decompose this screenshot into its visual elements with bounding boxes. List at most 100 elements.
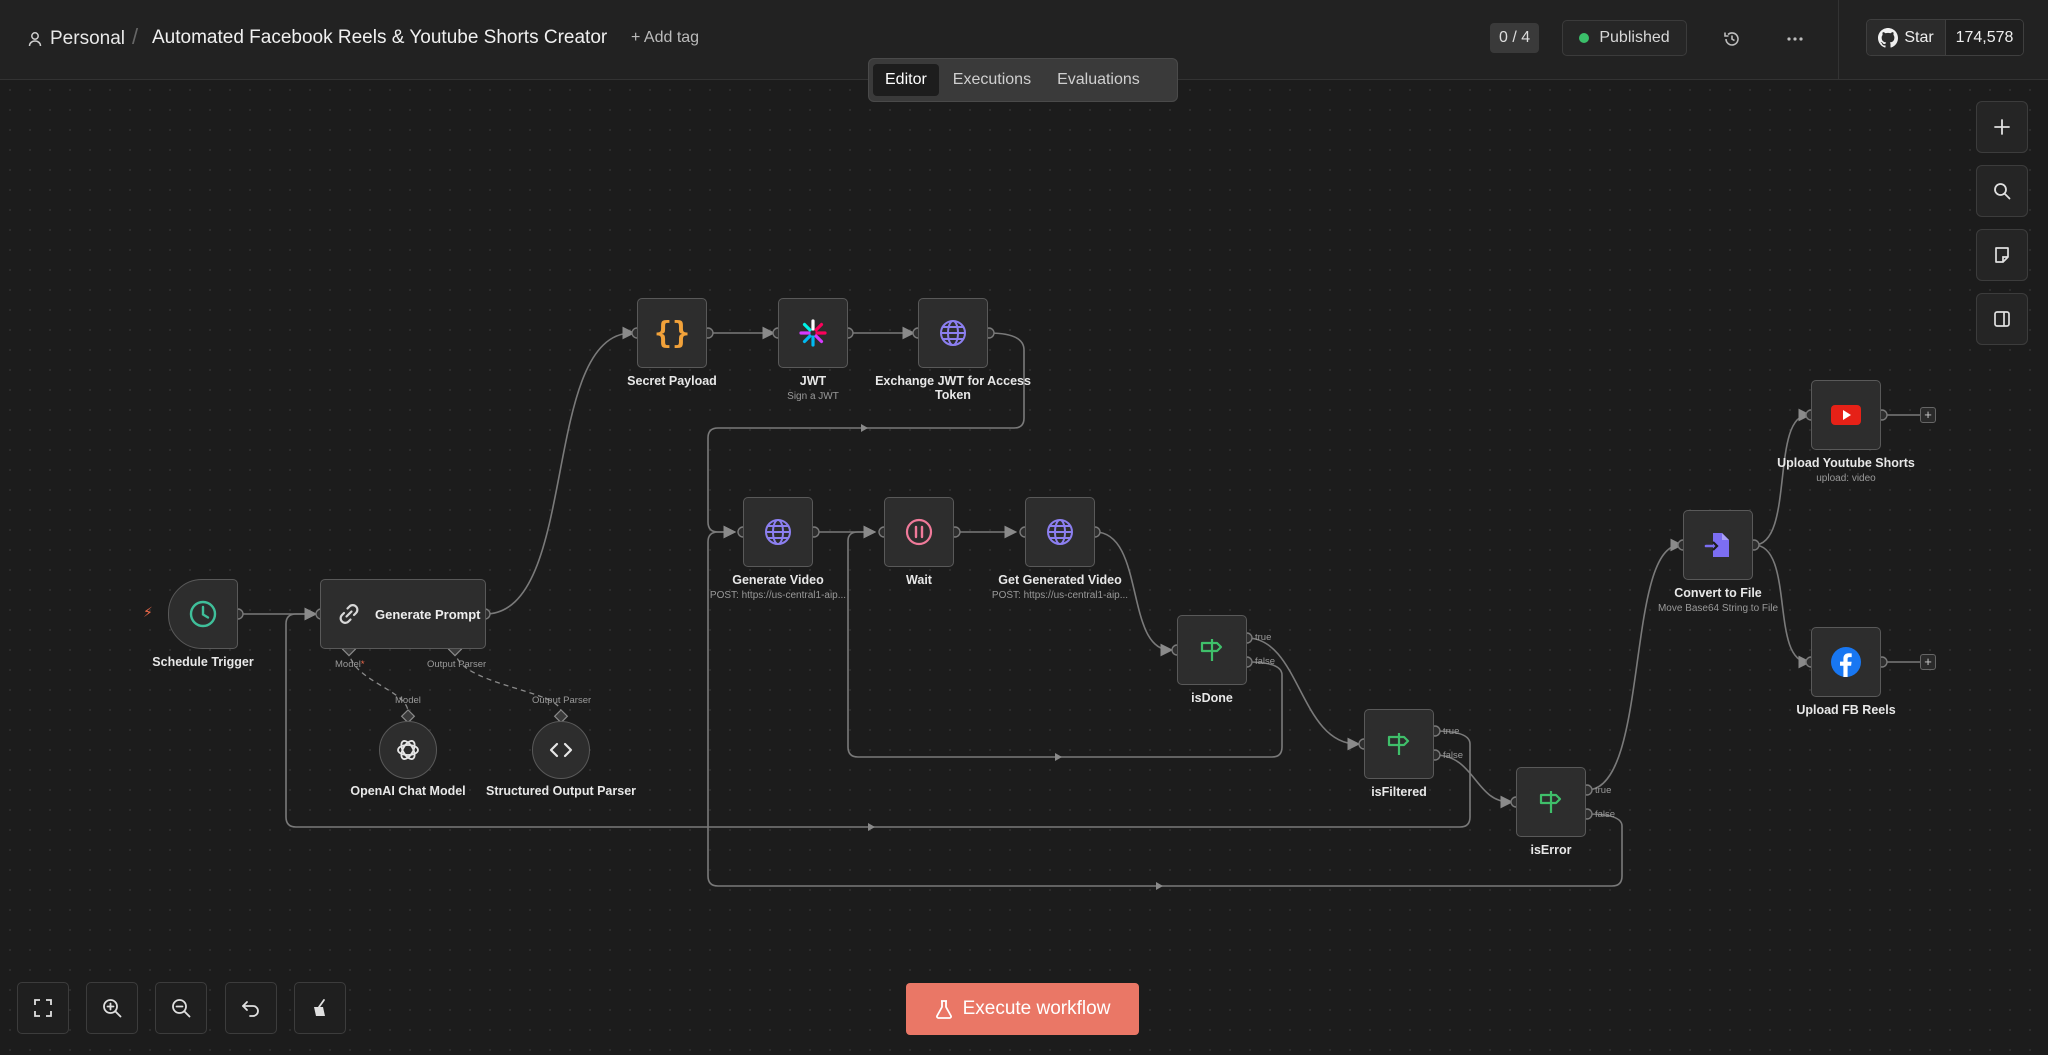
node-schedule-trigger[interactable]: [168, 579, 238, 649]
node-label: Schedule Trigger: [152, 655, 254, 669]
node-is-done[interactable]: [1177, 615, 1247, 685]
node-label: Get Generated Video: [998, 573, 1122, 587]
link-icon: [339, 604, 359, 624]
zoom-in-button[interactable]: [86, 982, 138, 1034]
node-label: Structured Output Parser: [485, 784, 637, 798]
github-star-count: 174,578: [1946, 20, 2023, 55]
node-secret-payload[interactable]: {}: [637, 298, 707, 368]
trigger-bolt-icon: ⚡: [143, 604, 153, 620]
header-divider: [1838, 0, 1839, 80]
toggle-panel-button[interactable]: [1976, 293, 2028, 345]
port-label: Model: [395, 695, 421, 706]
github-star-button[interactable]: Star: [1867, 20, 1946, 55]
curly-braces-icon: {}: [653, 315, 691, 351]
node-label: isFiltered: [1371, 785, 1427, 799]
project-breadcrumb[interactable]: Personal: [28, 26, 125, 52]
flask-icon: [935, 1000, 952, 1019]
node-generate-video[interactable]: [743, 497, 813, 567]
undo-button[interactable]: [225, 982, 277, 1034]
branch-label-true: true: [1255, 632, 1272, 643]
status-label: Published: [1599, 29, 1670, 46]
sticky-note-icon: [1995, 247, 2009, 263]
add-node-after-youtube-button[interactable]: +: [1920, 407, 1936, 423]
published-status-button[interactable]: Published: [1562, 20, 1687, 56]
user-icon: [28, 32, 42, 47]
node-wait[interactable]: [884, 497, 954, 567]
port-label-model: Model*: [335, 659, 365, 670]
node-generate-prompt[interactable]: Generate Prompt: [320, 579, 486, 649]
fit-view-button[interactable]: [17, 982, 69, 1034]
pause-icon: [905, 518, 933, 546]
branch-label-true: true: [1595, 785, 1612, 796]
node-upload-youtube-shorts[interactable]: [1811, 380, 1881, 450]
node-jwt[interactable]: [778, 298, 848, 368]
signpost-icon: [1539, 791, 1562, 813]
fit-view-icon: [34, 999, 52, 1017]
status-dot-icon: [1579, 33, 1590, 43]
branch-label-false: false: [1595, 809, 1616, 820]
github-icon: [1878, 27, 1899, 48]
node-structured-output-parser[interactable]: [532, 721, 590, 779]
add-node-button[interactable]: [1976, 101, 2028, 153]
tidy-up-button[interactable]: [294, 982, 346, 1034]
github-star-label: Star: [1904, 28, 1934, 46]
project-name: Personal: [50, 28, 125, 49]
node-label: Wait: [906, 573, 932, 587]
ellipsis-icon: [1787, 37, 1803, 41]
more-options-button[interactable]: [1778, 22, 1812, 56]
node-exchange-jwt[interactable]: [918, 298, 988, 368]
workflow-title[interactable]: Automated Facebook Reels & Youtube Short…: [152, 27, 607, 49]
branch-label-true: true: [1443, 726, 1460, 737]
node-label: JWT: [799, 374, 827, 388]
file-convert-icon: [1704, 533, 1729, 557]
node-label: Upload FB Reels: [1796, 703, 1896, 717]
github-star-widget[interactable]: Star 174,578: [1866, 19, 2024, 56]
add-tag-button[interactable]: + Add tag: [631, 29, 699, 47]
youtube-icon: [1831, 405, 1861, 425]
search-icon: [1994, 183, 2011, 200]
node-label: isDone: [1191, 691, 1233, 705]
zoom-out-icon: [172, 999, 191, 1018]
node-upload-fb-reels[interactable]: [1811, 627, 1881, 697]
execute-workflow-button[interactable]: Execute workflow: [906, 983, 1139, 1035]
broom-icon: [314, 999, 325, 1016]
globe-icon: [940, 320, 966, 346]
node-label: OpenAI Chat Model: [350, 784, 466, 798]
undo-icon: [242, 1001, 259, 1017]
facebook-icon: [1831, 647, 1861, 677]
history-button[interactable]: [1715, 22, 1749, 56]
node-is-filtered[interactable]: [1364, 709, 1434, 779]
node-label: Generate Video: [732, 573, 824, 587]
tab-editor[interactable]: Editor: [873, 64, 939, 96]
history-icon: [1724, 32, 1739, 46]
globe-icon: [1047, 519, 1073, 545]
node-convert-to-file[interactable]: [1683, 510, 1753, 580]
add-node-after-fb-button[interactable]: +: [1920, 654, 1936, 670]
zoom-in-icon: [103, 999, 122, 1018]
signpost-icon: [1200, 639, 1223, 661]
node-subtitle: POST: https://us-central1-aip...: [709, 590, 847, 601]
node-is-error[interactable]: [1516, 767, 1586, 837]
panel-icon: [1994, 311, 2010, 327]
add-sticky-note-button[interactable]: [1976, 229, 2028, 281]
plus-icon: [1994, 119, 2010, 135]
node-subtitle: upload: video: [1816, 473, 1876, 484]
search-nodes-button[interactable]: [1976, 165, 2028, 217]
tab-evaluations[interactable]: Evaluations: [1045, 64, 1152, 96]
evaluation-counter[interactable]: 0 / 4: [1490, 23, 1540, 53]
node-openai-chat-model[interactable]: [379, 721, 437, 779]
branch-label-false: false: [1255, 656, 1276, 667]
zoom-out-button[interactable]: [155, 982, 207, 1034]
tab-executions[interactable]: Executions: [941, 64, 1043, 96]
node-get-generated-video[interactable]: [1025, 497, 1095, 567]
port-label-output-parser: Output Parser: [427, 659, 487, 670]
node-label: Secret Payload: [627, 374, 717, 388]
openai-icon: [397, 740, 419, 760]
node-label: Upload Youtube Shorts: [1777, 456, 1915, 470]
signpost-icon: [1387, 733, 1410, 755]
node-subtitle: Sign a JWT: [787, 391, 839, 402]
node-subtitle: POST: https://us-central1-aip...: [991, 590, 1129, 601]
code-brackets-icon: [549, 742, 573, 758]
clock-icon: [189, 600, 217, 628]
port-label: Output Parser: [532, 695, 592, 706]
